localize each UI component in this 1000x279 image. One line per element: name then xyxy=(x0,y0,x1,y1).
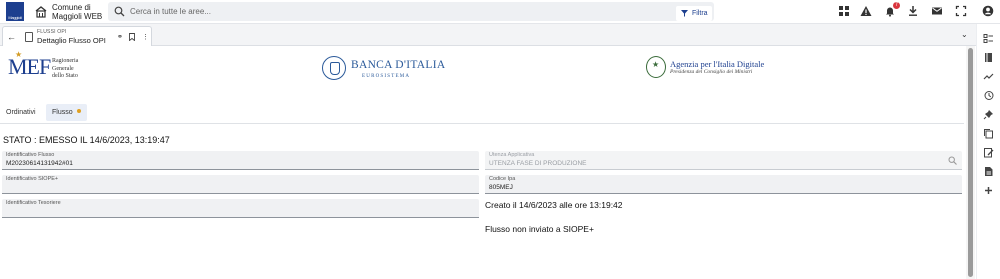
pin-icon[interactable] xyxy=(983,109,994,120)
codice-ipa-field[interactable]: Codice Ipa 805MEJ xyxy=(485,175,962,194)
bank-seal-icon xyxy=(322,56,346,80)
mef-text: Ragioneria Generale dello Stato xyxy=(52,58,112,81)
search-input[interactable]: Cerca in tutte le aree... xyxy=(130,7,211,16)
sub-tabs: Ordinativi Flusso xyxy=(0,100,964,124)
mef-text-line: Generale xyxy=(52,65,74,72)
mef-text-line: Ragioneria xyxy=(52,58,79,64)
file-icon[interactable] xyxy=(983,166,994,177)
apps-icon[interactable] xyxy=(838,5,850,17)
back-arrow-icon[interactable]: ← xyxy=(7,32,16,42)
field-label: Codice Ipa xyxy=(489,176,516,182)
chart-icon[interactable] xyxy=(983,71,994,82)
more-vertical-icon[interactable]: ⋮ xyxy=(142,33,149,41)
filter-button[interactable]: Filtra xyxy=(676,6,712,21)
agid-sub: Presidenza del Consiglio dei Ministri xyxy=(670,69,753,75)
bdi-name: BANCA D'ITALIA xyxy=(351,59,446,71)
top-bar: Maggioli Comune di Maggioli WEB Cerca in… xyxy=(0,0,1000,24)
tab-dettaglio-flusso[interactable]: ← FLUSSI OPI Dettaglio Flusso OPI ⚭ ⋮ xyxy=(2,26,152,46)
filter-label: Filtra xyxy=(692,10,708,17)
identificativo-flusso-field[interactable]: Identificativo Flusso M20230614131942#01 xyxy=(2,151,479,170)
logo-text: Maggioli xyxy=(8,15,22,20)
notification-badge: 7 xyxy=(893,2,900,9)
republic-emblem-icon xyxy=(646,56,666,78)
tab-subtitle: FLUSSI OPI xyxy=(37,29,67,35)
global-search[interactable]: Cerca in tutte le aree... Filtra xyxy=(108,2,714,21)
modified-dot-icon xyxy=(76,109,81,113)
tab-strip: ← FLUSSI OPI Dettaglio Flusso OPI ⚭ ⋮ xyxy=(0,24,976,46)
status-text: STATO : EMESSO IL 14/6/2023, 13:19:47 xyxy=(3,135,170,145)
tab-ordinativi[interactable]: Ordinativi xyxy=(0,104,42,121)
field-value: UTENZA FASE DI PRODUZIONE xyxy=(489,160,587,167)
field-label: Identificativo Flusso xyxy=(6,152,55,158)
field-label: Identificativo SIOPE+ xyxy=(6,176,59,182)
account-icon[interactable] xyxy=(982,5,994,17)
app-logo[interactable]: Maggioli xyxy=(6,2,24,21)
agid-name: Agenzia per l'Italia Digitale xyxy=(670,59,765,69)
siope-status-info: Flusso non inviato a SIOPE+ xyxy=(485,224,594,234)
edit-icon[interactable] xyxy=(983,147,994,158)
copy-icon[interactable] xyxy=(983,128,994,139)
mail-icon[interactable] xyxy=(931,5,943,17)
identificativo-siope-field[interactable]: Identificativo SIOPE+ xyxy=(2,175,479,194)
org-line-1: Comune di xyxy=(52,3,91,12)
field-value[interactable]: 805MEJ xyxy=(489,184,513,191)
tab-label: Flusso xyxy=(52,109,73,116)
bdi-sub: EUROSISTEMA xyxy=(362,74,411,79)
link-icon[interactable]: ⚭ xyxy=(117,33,123,41)
mef-text-line: dello Stato xyxy=(52,73,78,79)
vertical-scrollbar[interactable] xyxy=(966,46,975,279)
document-icon xyxy=(25,32,33,42)
tab-label: Ordinativi xyxy=(6,109,36,116)
created-info: Creato il 14/6/2023 alle ore 13:19:42 xyxy=(485,200,623,210)
right-rail xyxy=(976,24,1000,279)
tab-title: Dettaglio Flusso OPI xyxy=(37,36,106,45)
list-icon[interactable] xyxy=(983,33,994,44)
star-icon: ★ xyxy=(15,50,22,59)
logos-band: ★ MEF Ragioneria Generale dello Stato BAN… xyxy=(0,46,964,98)
search-icon xyxy=(114,6,125,17)
home-icon[interactable] xyxy=(34,5,48,19)
mef-logo: ★ MEF Ragioneria Generale dello Stato xyxy=(8,50,78,80)
book-icon[interactable] xyxy=(983,52,994,63)
chevron-down-icon[interactable]: ⌄ xyxy=(961,30,968,39)
org-line-2: Maggioli WEB xyxy=(52,12,103,21)
utenza-applicativa-field[interactable]: Utenza Applicativa UTENZA FASE DI PRODUZ… xyxy=(485,151,962,170)
filter-icon xyxy=(681,10,688,17)
tab-flusso[interactable]: Flusso xyxy=(46,104,87,121)
organization-name[interactable]: Comune di Maggioli WEB xyxy=(52,3,102,21)
add-icon[interactable] xyxy=(983,185,994,196)
scrollbar-thumb[interactable] xyxy=(968,48,973,277)
identificativo-tesoriere-field[interactable]: Identificativo Tesoriere xyxy=(2,199,479,218)
field-label: Utenza Applicativa xyxy=(489,152,535,158)
search-icon[interactable] xyxy=(948,156,957,165)
field-value[interactable]: M20230614131942#01 xyxy=(6,160,73,167)
fullscreen-icon[interactable] xyxy=(955,5,967,17)
field-label: Identificativo Tesoriere xyxy=(6,200,61,206)
bookmark-icon[interactable] xyxy=(129,33,135,41)
download-icon[interactable] xyxy=(907,5,919,17)
history-icon[interactable] xyxy=(983,90,994,101)
warning-icon[interactable] xyxy=(860,5,872,17)
